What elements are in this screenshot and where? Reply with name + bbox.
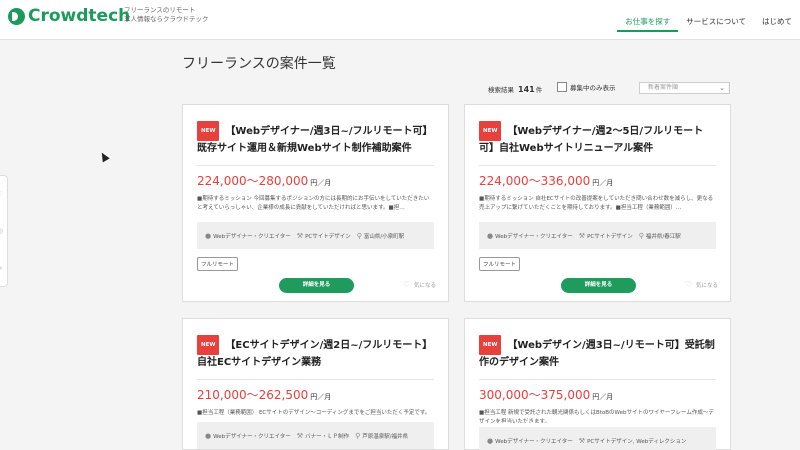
location-pin-icon: ⚲ [356,231,362,240]
view-detail-button[interactable]: 詳細を見る [279,278,354,293]
job-skill: PCサイトデザイン [587,233,633,240]
price-range: 210,000〜262,500 [197,388,309,402]
job-meta: ● Webデザイナー・クリエイター ⚒ バナー・ＬＰ制作 ⚲ 芦原温泉駅/福井県 [197,422,434,449]
new-badge: NEW [479,335,502,355]
price-unit: 円／月 [310,393,332,401]
job-price: 210,000〜262,500 円／月 [183,380,448,404]
job-title[interactable]: NEW 【Webデザイナー/週3日~/フルリモート可】既存サイト運用＆新規Webサ… [197,121,434,157]
favorite-button[interactable]: ♡ 気になる [685,280,718,289]
job-role: Webデザイナー・クリエイター [495,233,573,240]
job-role: Webデザイナー・クリエイター [213,233,291,240]
tagline: フリーランスのリモート 求人情報ならクラウドテック [124,6,209,24]
price-range: 224,000〜336,000 [479,174,591,188]
job-role: Webデザイナー・クリエイター [213,433,291,440]
nav-find-jobs[interactable]: お仕事を探す [617,16,679,32]
job-tag: フルリモート [479,257,521,271]
price-unit: 円／月 [310,179,332,187]
wrench-icon: ⚒ [578,436,586,445]
job-location: 芦原温泉駅/福井県 [362,433,409,440]
price-unit: 円／月 [592,393,614,401]
logo[interactable]: Crowdtech [8,5,130,27]
job-meta: ● Webデザイナー・クリエイター ⚒ PCサイトデザイン ⚲ 福井県/春江駅 [479,222,716,249]
only-open-checkbox[interactable] [557,82,567,92]
side-tab: ♡ ◎ ✎ [0,175,8,287]
favorite-label: 気になる [413,282,436,289]
new-badge: NEW [197,335,220,355]
heart-icon: ♡ [684,280,692,289]
wrench-icon: ⚒ [296,231,304,240]
mouse-cursor-icon [98,150,110,163]
favorite-button[interactable]: ♡ 気になる [403,280,436,289]
job-description: ■担当工程 新規で受託された観光関係もしくはBtoBのWebサイトのワイヤーフレ… [479,410,714,423]
logo-text: Crowdtech [28,6,131,26]
new-badge: NEW [197,121,220,141]
nav-about-service[interactable]: サービスについて [678,16,754,32]
favorite-label: 気になる [695,282,718,289]
job-description: ■担当工程（業務範囲） ECサイトのデザイン〜コーディングまでをご担当いただく予… [197,410,431,416]
job-card[interactable]: NEW 【Webデザイナー/週3日~/フルリモート可】既存サイト運用＆新規Webサ… [182,104,449,302]
job-meta: ● Webデザイナー・クリエイター ⚒ PCサイトデザイン, Webディレクション [479,427,716,450]
job-price: 300,000〜375,000 円／月 [465,380,730,404]
sort-select[interactable]: 新着案件順 ⌄ [639,82,730,94]
job-skill: バナー・ＬＰ制作 [305,433,350,440]
price-range: 224,000〜280,000 [197,174,309,188]
price-unit: 円／月 [592,179,614,187]
job-title[interactable]: NEW 【Webデザイン/週3日~/リモート可】受託制作のデザイン案件 [479,335,716,371]
logo-mark-icon [8,7,25,25]
side-history-icon[interactable]: ◎ [0,213,7,250]
job-description: ■期待するミッション 自社ECサイトの改善提案をしていただき問い合わせ数を減らし… [479,196,714,211]
only-open-label: 募集中のみ表示 [570,84,616,92]
job-title-text: 【ECサイトデザイン/週2日~/フルリモート】自社ECサイトデザイン業務 [197,340,433,368]
page-title: フリーランスの案件一覧 [182,56,336,72]
only-open-filter[interactable]: 募集中のみ表示 [557,82,616,92]
job-skill: PCサイトデザイン, Webディレクション [587,438,687,445]
chevron-down-icon: ⌄ [719,84,725,92]
location-pin-icon: ⚲ [355,431,361,440]
job-card[interactable]: NEW 【Webデザイン/週3日~/リモート可】受託制作のデザイン案件 300,0… [464,318,731,450]
job-title[interactable]: NEW 【Webデザイナー/週2〜5日/フルリモート可】自社Webサイトリニューア… [479,121,716,157]
nav-first-time[interactable]: はじめて [754,16,800,32]
side-heart-icon[interactable]: ♡ [0,176,7,213]
job-title-text: 【Webデザイナー/週3日~/フルリモート可】既存サイト運用＆新規Webサイト制… [197,126,433,154]
job-role: Webデザイナー・クリエイター [495,438,573,445]
job-card[interactable]: NEW 【Webデザイナー/週2〜5日/フルリモート可】自社Webサイトリニューア… [464,104,731,302]
job-skill: PCサイトデザイン [305,233,351,240]
site-header: Crowdtech フリーランスのリモート 求人情報ならクラウドテック お仕事を… [0,0,800,40]
job-location: 富山県/小泉町駅 [363,233,405,240]
heart-icon: ♡ [402,280,410,289]
job-card[interactable]: NEW 【ECサイトデザイン/週2日~/フルリモート】自社ECサイトデザイン業務 … [182,318,449,450]
side-edit-icon[interactable]: ✎ [0,250,7,287]
person-icon: ● [205,431,212,440]
tagline-line2: 求人情報ならクラウドテック [124,15,209,23]
tagline-line1: フリーランスのリモート [124,6,196,14]
job-price: 224,000〜280,000 円／月 [183,166,448,190]
main-nav: お仕事を探す サービスについて はじめて [617,16,800,32]
sort-value: 新着案件順 [648,84,679,91]
job-meta: ● Webデザイナー・クリエイター ⚒ PCサイトデザイン ⚲ 富山県/小泉町駅 [197,222,434,249]
person-icon: ● [205,231,212,240]
new-badge: NEW [479,121,502,141]
price-range: 300,000〜375,000 [479,388,591,402]
wrench-icon: ⚒ [296,431,304,440]
location-pin-icon: ⚲ [638,231,644,240]
results-label: 検索結果 [488,86,514,94]
job-location: 福井県/春江駅 [645,233,681,240]
job-title[interactable]: NEW 【ECサイトデザイン/週2日~/フルリモート】自社ECサイトデザイン業務 [197,335,434,371]
person-icon: ● [487,436,494,445]
person-icon: ● [487,231,494,240]
job-title-text: 【Webデザイナー/週2〜5日/フルリモート可】自社Webサイトリニューアル案件 [479,126,704,154]
view-detail-button[interactable]: 詳細を見る [561,278,636,293]
results-number: 141 [518,85,535,94]
job-tag: フルリモート [197,257,239,271]
results-count: 検索結果 141件 [488,84,542,94]
job-title-text: 【Webデザイン/週3日~/リモート可】受託制作のデザイン案件 [479,340,715,368]
job-price: 224,000〜336,000 円／月 [465,166,730,190]
results-suffix: 件 [535,86,543,94]
wrench-icon: ⚒ [578,231,586,240]
job-description: ■期待するミッション 今回募集するポジションの方には長期的にお手伝いをしていただ… [197,196,430,211]
